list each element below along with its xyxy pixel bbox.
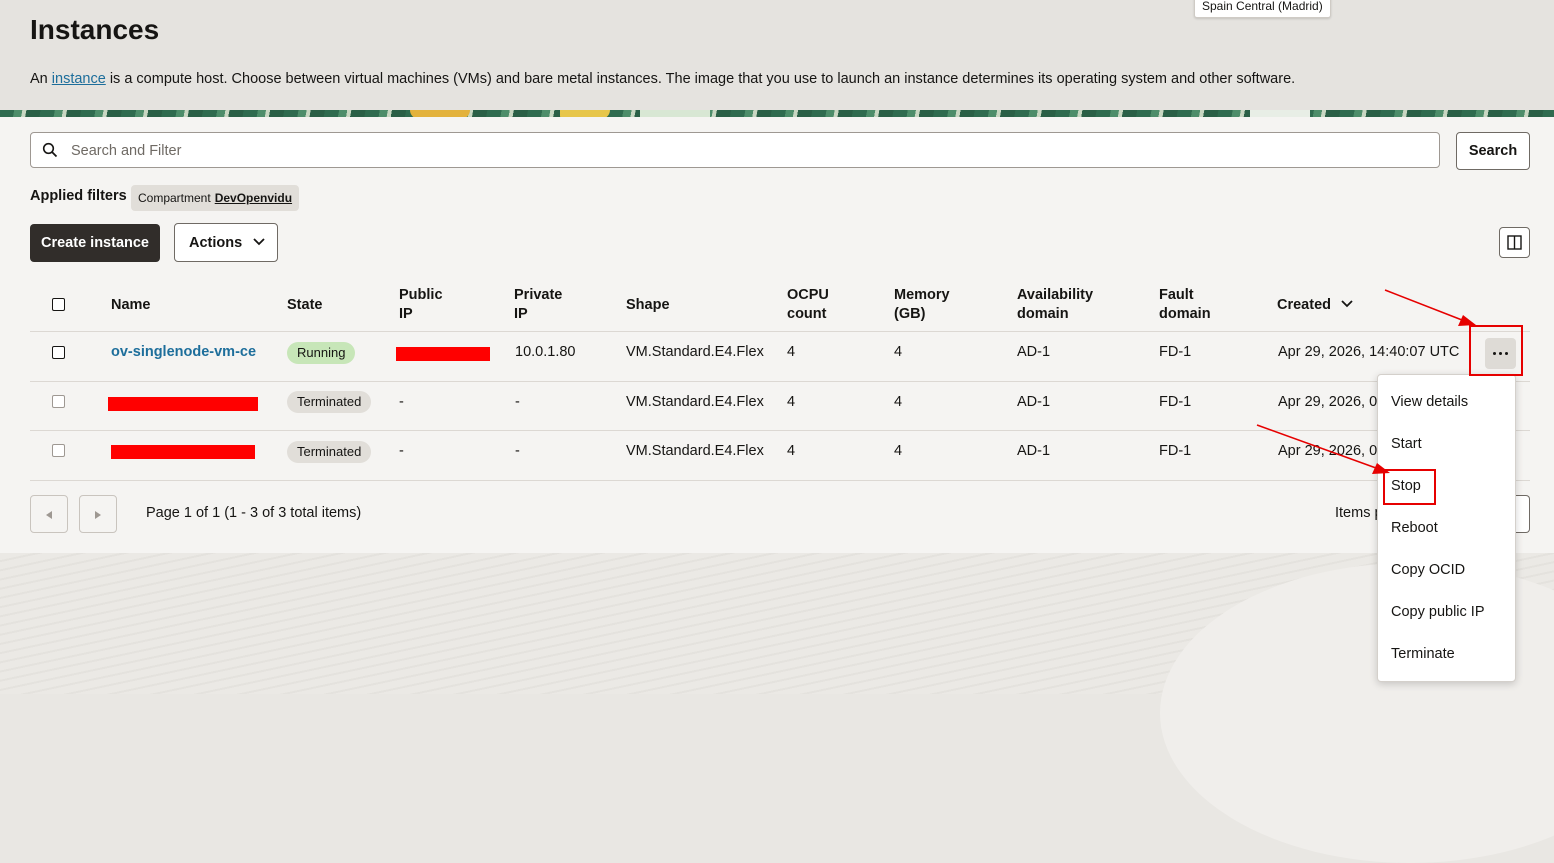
availability-domain: AD-1 [1017, 443, 1051, 459]
menu-item-view-details[interactable]: View details [1391, 394, 1468, 410]
column-header-ocpu-line2: count [787, 306, 827, 322]
column-header-private-ip-line1: Private [514, 287, 563, 303]
fault-domain: FD-1 [1159, 394, 1192, 410]
status-badge: Terminated [287, 441, 372, 463]
applied-filters-label: Applied filters [30, 188, 127, 204]
actions-label: Actions [189, 234, 243, 251]
column-header-memory[interactable]: Memory (GB) [894, 286, 950, 324]
column-settings-button[interactable] [1499, 227, 1530, 258]
filter-chip-value[interactable]: DevOpenvidu [215, 191, 292, 205]
column-header-ocpu[interactable]: OCPU count [787, 286, 829, 324]
redacted-public-ip [396, 347, 490, 361]
memory-gb: 4 [894, 443, 903, 459]
column-header-ad-line2: domain [1017, 306, 1069, 322]
column-header-name[interactable]: Name [111, 296, 151, 315]
chevron-down-icon [253, 238, 265, 246]
menu-item-reboot[interactable]: Reboot [1391, 520, 1438, 536]
menu-item-terminate[interactable]: Terminate [1391, 646, 1455, 662]
select-all-checkbox[interactable] [52, 298, 65, 311]
column-header-state[interactable]: State [287, 296, 322, 315]
search-icon [42, 142, 58, 158]
created-date: Apr 29, 2026, 14:40:07 UTC [1278, 344, 1460, 360]
status-badge: Terminated [287, 391, 372, 413]
availability-domain: AD-1 [1017, 344, 1051, 360]
private-ip: - [515, 394, 520, 410]
fault-domain: FD-1 [1159, 344, 1192, 360]
menu-item-start[interactable]: Start [1391, 436, 1422, 452]
column-header-fd-line1: Fault [1159, 287, 1194, 303]
column-header-public-ip[interactable]: Public IP [399, 286, 443, 324]
column-header-memory-line1: Memory [894, 287, 950, 303]
column-header-availability-domain[interactable]: Availability domain [1017, 286, 1093, 324]
region-tooltip: Spain Central (Madrid) [1194, 0, 1331, 18]
search-button[interactable]: Search [1456, 132, 1530, 170]
shape: VM.Standard.E4.Flex [626, 344, 764, 360]
page-header: Instances An instance is a compute host.… [0, 0, 1554, 112]
row-actions-menu: View details Start Stop Reboot Copy OCID… [1377, 374, 1516, 682]
items-per-page-label: Items p [1335, 505, 1383, 521]
column-header-public-ip-line1: Public [399, 287, 443, 303]
shape: VM.Standard.E4.Flex [626, 394, 764, 410]
table-divider [30, 430, 1530, 431]
status-badge: Running [287, 342, 356, 364]
search-box[interactable] [30, 132, 1440, 169]
page-title: Instances [30, 14, 160, 45]
instances-panel [0, 117, 1554, 553]
row-checkbox[interactable] [52, 444, 65, 457]
column-header-shape[interactable]: Shape [626, 296, 670, 315]
created-date: Apr 29, 2026, 0 [1278, 394, 1378, 410]
redacted-instance-name [108, 397, 258, 411]
columns-icon [1507, 235, 1522, 250]
ocpu-count: 4 [787, 394, 796, 410]
column-header-fault-domain[interactable]: Fault domain [1159, 286, 1211, 324]
description-suffix: is a compute host. Choose between virtua… [109, 71, 1296, 87]
public-ip: - [399, 443, 404, 459]
table-divider [30, 480, 1530, 481]
chevron-left-icon [46, 511, 52, 519]
menu-item-copy-ocid[interactable]: Copy OCID [1391, 562, 1465, 578]
instance-name-link[interactable]: ov-singlenode-vm-ce [111, 344, 256, 360]
page-description: An instance is a compute host. Choose be… [30, 71, 1295, 87]
description-prefix: An [30, 71, 48, 87]
column-header-ocpu-line1: OCPU [787, 287, 829, 303]
column-header-private-ip[interactable]: Private IP [514, 286, 562, 324]
actions-dropdown-button[interactable]: Actions [174, 223, 278, 262]
memory-gb: 4 [894, 394, 903, 410]
ocpu-count: 4 [787, 443, 796, 459]
filter-chip-key: Compartment [138, 191, 211, 205]
column-header-memory-line2: (GB) [894, 306, 926, 322]
page-background [0, 553, 1554, 863]
annotation-highlight-stop [1383, 469, 1436, 505]
column-header-created[interactable]: Created [1277, 296, 1331, 315]
create-instance-button[interactable]: Create instance [30, 224, 160, 262]
redacted-instance-name [111, 445, 255, 459]
column-header-ad-line1: Availability [1017, 287, 1094, 303]
instance-doc-link[interactable]: instance [52, 71, 106, 87]
memory-gb: 4 [894, 344, 903, 360]
private-ip: 10.0.1.80 [515, 344, 576, 360]
previous-page-button[interactable] [30, 495, 68, 533]
availability-domain: AD-1 [1017, 394, 1051, 410]
chevron-right-icon [95, 511, 101, 519]
created-date: Apr 29, 2026, 0 [1278, 443, 1378, 459]
shape: VM.Standard.E4.Flex [626, 443, 764, 459]
next-page-button[interactable] [79, 495, 117, 533]
column-header-public-ip-line2: IP [399, 306, 413, 322]
table-divider [30, 331, 1530, 332]
compartment-filter-chip[interactable]: Compartment DevOpenvidu [131, 185, 300, 211]
column-header-fd-line2: domain [1159, 306, 1211, 322]
fault-domain: FD-1 [1159, 443, 1192, 459]
table-divider [30, 381, 1530, 382]
annotation-highlight-kebab [1469, 325, 1523, 376]
ocpu-count: 4 [787, 344, 796, 360]
menu-item-copy-public-ip[interactable]: Copy public IP [1391, 604, 1485, 620]
row-checkbox[interactable] [52, 395, 65, 408]
row-checkbox[interactable] [52, 346, 65, 359]
sort-descending-icon[interactable] [1341, 300, 1353, 308]
search-input[interactable] [69, 133, 1433, 169]
pagination-summary: Page 1 of 1 (1 - 3 of 3 total items) [146, 505, 362, 521]
public-ip: - [399, 394, 404, 410]
private-ip: - [515, 443, 520, 459]
column-header-private-ip-line2: IP [514, 306, 528, 322]
